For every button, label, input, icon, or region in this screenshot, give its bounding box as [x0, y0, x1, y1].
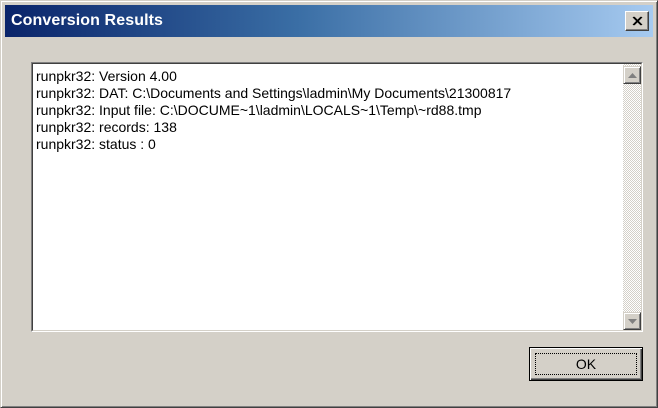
output-line: runpkr32: status : 0: [36, 136, 156, 152]
scroll-up-button[interactable]: [623, 66, 641, 84]
vertical-scrollbar[interactable]: [623, 64, 641, 330]
output-line: runpkr32: records: 138: [36, 119, 177, 135]
conversion-results-dialog: Conversion Results runpkr32: Version 4.0…: [0, 0, 658, 408]
title-bar[interactable]: Conversion Results: [5, 5, 653, 37]
results-textbox-inner: runpkr32: Version 4.00 runpkr32: DAT: C:…: [32, 63, 642, 331]
results-textbox[interactable]: runpkr32: Version 4.00 runpkr32: DAT: C:…: [31, 62, 643, 332]
close-button[interactable]: [625, 11, 649, 31]
output-line: runpkr32: Version 4.00: [36, 68, 177, 84]
arrow-up-icon: [628, 73, 637, 78]
close-icon: [632, 16, 643, 26]
window-title: Conversion Results: [11, 12, 164, 29]
output-line: runpkr32: Input file: C:\DOCUME~1\ladmin…: [36, 102, 482, 118]
results-lines: runpkr32: Version 4.00 runpkr32: DAT: C:…: [36, 68, 621, 330]
output-line: runpkr32: DAT: C:\Documents and Settings…: [36, 85, 512, 101]
arrow-down-icon: [628, 319, 637, 324]
ok-button-label: OK: [575, 356, 597, 372]
scroll-down-button[interactable]: [623, 312, 641, 330]
ok-button[interactable]: OK: [529, 347, 643, 381]
